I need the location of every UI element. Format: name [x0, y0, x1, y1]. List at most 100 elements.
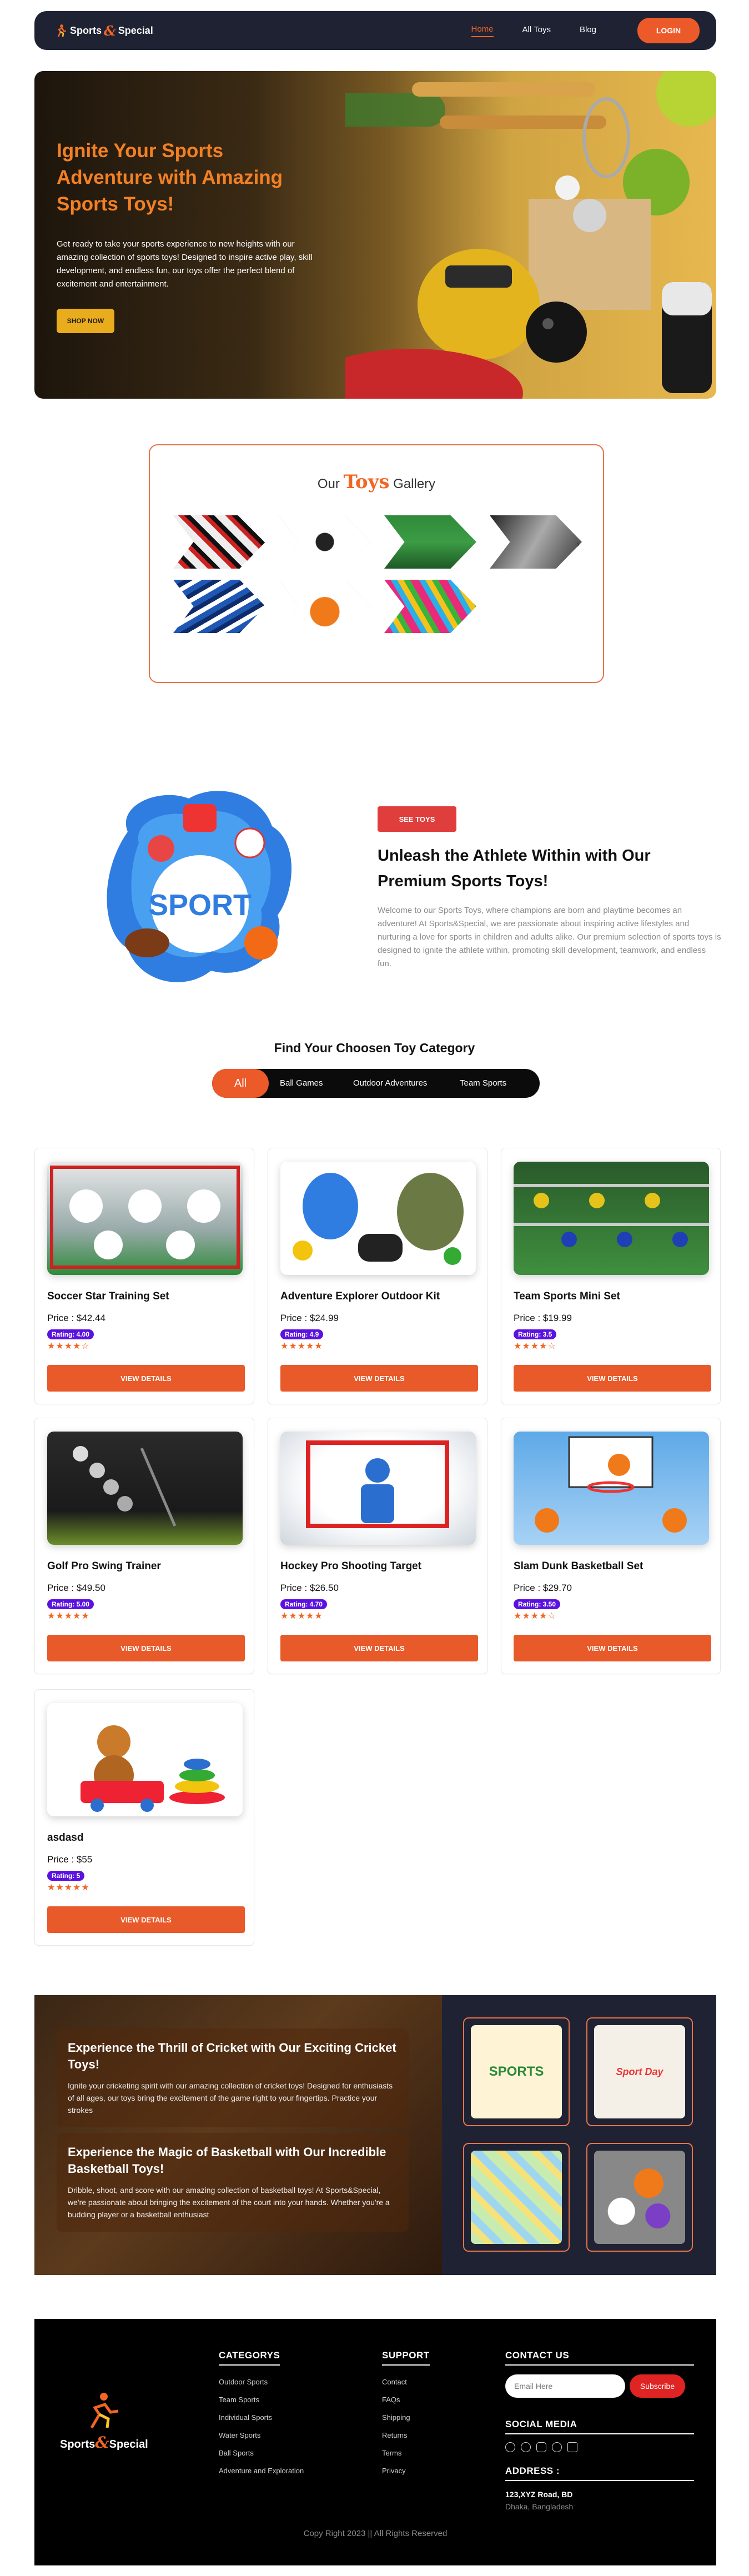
footer-social-heading: SOCIAL MEDIA — [505, 2419, 694, 2434]
promo-tile[interactable] — [586, 2143, 693, 2252]
star-rating-icon: ★★★★★ — [47, 1883, 90, 1892]
linkedin-icon[interactable] — [567, 2442, 577, 2452]
instagram-icon[interactable] — [536, 2442, 546, 2452]
cricket-promo-text: Ignite your cricketing spirit with our a… — [68, 2081, 393, 2115]
gallery-image[interactable] — [384, 515, 476, 569]
product-price: Price : $26.50 — [280, 1583, 339, 1593]
product-price: Price : $55 — [47, 1854, 93, 1865]
footer-link[interactable]: Adventure and Exploration — [219, 2462, 304, 2480]
shop-now-button[interactable]: SHOP NOW — [57, 309, 114, 333]
product-card: Golf Pro Swing Trainer Price : $49.50 Ra… — [34, 1418, 254, 1674]
basketball-promo-text: Dribble, shoot, and score with our amazi… — [68, 2186, 390, 2219]
footer-logo[interactable]: Sports&Special — [60, 2391, 148, 2452]
login-button[interactable]: LOGIN — [637, 18, 700, 43]
product-image[interactable] — [47, 1432, 243, 1545]
footer-link[interactable]: Outdoor Sports — [219, 2373, 304, 2391]
footer-link[interactable]: Terms — [382, 2444, 430, 2462]
gallery-image[interactable] — [279, 580, 371, 633]
view-details-button[interactable]: VIEW DETAILS — [47, 1635, 245, 1661]
rating-badge: Rating: 4.9 — [280, 1329, 324, 1339]
gallery-next-icon[interactable]: › — [576, 539, 580, 550]
product-image[interactable] — [47, 1703, 243, 1816]
tab-team-sports[interactable]: Team Sports — [460, 1069, 506, 1098]
social-icons — [505, 2442, 577, 2452]
copyright: Copy Right 2023 || All Rights Reserved — [303, 2529, 448, 2538]
view-details-button[interactable]: VIEW DETAILS — [514, 1635, 711, 1661]
star-rating-icon: ★★★★☆ — [514, 1342, 556, 1351]
product-card: asdasd Price : $55 Rating: 5 ★★★★★ VIEW … — [34, 1689, 254, 1946]
product-card: Slam Dunk Basketball Set Price : $29.70 … — [501, 1418, 721, 1674]
promo-section: Experience the Thrill of Cricket with Ou… — [34, 1995, 716, 2275]
google-icon[interactable] — [505, 2442, 515, 2452]
footer-link[interactable]: Water Sports — [219, 2427, 304, 2444]
top-navbar: Sports & Special Home All Toys Blog LOGIN — [34, 11, 716, 50]
gallery-image[interactable] — [490, 515, 582, 569]
brand-logo[interactable]: Sports & Special — [53, 23, 153, 39]
footer-contact: CONTACT US — [505, 2350, 694, 2366]
brand-name-right: Special — [118, 24, 153, 36]
footer-link[interactable]: Individual Sports — [219, 2409, 304, 2427]
product-price: Price : $42.44 — [47, 1313, 105, 1323]
footer-link[interactable]: Contact — [382, 2373, 430, 2391]
runner-icon — [57, 24, 66, 37]
footer-link[interactable]: Returns — [382, 2427, 430, 2444]
email-input[interactable] — [505, 2374, 625, 2398]
product-price: Price : $24.99 — [280, 1313, 339, 1323]
rating-badge: Rating: 4.70 — [280, 1599, 328, 1609]
view-details-button[interactable]: VIEW DETAILS — [514, 1365, 711, 1392]
product-image[interactable] — [47, 1162, 243, 1275]
footer-link[interactable]: Ball Sports — [219, 2444, 304, 2462]
promo-tile[interactable]: SPORTS — [463, 2017, 570, 2126]
product-name: Adventure Explorer Outdoor Kit — [280, 1290, 440, 1302]
gallery-image[interactable] — [173, 580, 265, 633]
footer-link[interactable]: Team Sports — [219, 2391, 304, 2409]
product-image[interactable] — [514, 1162, 709, 1275]
gallery-image[interactable] — [173, 515, 265, 569]
product-image[interactable] — [514, 1432, 709, 1545]
footer-link[interactable]: Privacy — [382, 2462, 430, 2480]
about-title: Unleash the Athlete Within with Our Prem… — [378, 847, 651, 890]
product-image[interactable] — [280, 1432, 476, 1545]
twitter-icon[interactable] — [552, 2442, 562, 2452]
footer-link[interactable]: FAQs — [382, 2391, 430, 2409]
footer-support: SUPPORT Contact FAQs Shipping Returns Te… — [382, 2350, 430, 2480]
cricket-promo-title: Experience the Thrill of Cricket with Ou… — [68, 2041, 396, 2071]
tab-all[interactable]: All — [212, 1069, 269, 1098]
rating-badge: Rating: 4.00 — [47, 1329, 94, 1339]
view-details-button[interactable]: VIEW DETAILS — [47, 1365, 245, 1392]
product-card: Adventure Explorer Outdoor Kit Price : $… — [268, 1148, 487, 1404]
gallery-image[interactable] — [384, 580, 476, 633]
promo-tile[interactable]: Sport Day — [586, 2017, 693, 2126]
gallery-image[interactable] — [279, 515, 371, 569]
tab-outdoor-adventures[interactable]: Outdoor Adventures — [353, 1069, 427, 1098]
site-footer: Sports&Special CATEGORYS Outdoor Sports … — [34, 2319, 716, 2565]
nav-blog[interactable]: Blog — [580, 25, 596, 37]
footer-social: SOCIAL MEDIA — [505, 2419, 694, 2434]
nav-home[interactable]: Home — [471, 24, 494, 37]
hero-description: Get ready to take your sports experience… — [57, 239, 313, 289]
nav-links: Home All Toys Blog LOGIN — [471, 18, 700, 43]
view-details-button[interactable]: VIEW DETAILS — [280, 1365, 478, 1392]
view-details-button[interactable]: VIEW DETAILS — [47, 1906, 245, 1933]
product-card: Soccer Star Training Set Price : $42.44 … — [34, 1148, 254, 1404]
rating-badge: Rating: 5 — [47, 1871, 85, 1881]
promo-tile-image: Sport Day — [594, 2025, 685, 2118]
footer-link[interactable]: Shipping — [382, 2409, 430, 2427]
nav-all-toys[interactable]: All Toys — [522, 25, 551, 37]
product-name: asdasd — [47, 1832, 84, 1844]
promo-tile[interactable] — [463, 2143, 570, 2252]
cricket-promo: Experience the Thrill of Cricket with Ou… — [57, 2028, 409, 2127]
tab-ball-games[interactable]: Ball Games — [280, 1069, 323, 1098]
runner-icon — [90, 2393, 119, 2429]
product-name: Soccer Star Training Set — [47, 1290, 169, 1302]
product-name: Hockey Pro Shooting Target — [280, 1560, 422, 1572]
sport-image-text: SPORT — [148, 888, 252, 922]
product-price: Price : $29.70 — [514, 1583, 572, 1593]
view-details-button[interactable]: VIEW DETAILS — [280, 1635, 478, 1661]
subscribe-button[interactable]: Subscribe — [630, 2374, 685, 2398]
basketball-promo: Experience the Magic of Basketball with … — [57, 2133, 409, 2232]
facebook-icon[interactable] — [521, 2442, 531, 2452]
product-image[interactable] — [280, 1162, 476, 1275]
address-line-2: Dhaka, Bangladesh — [505, 2502, 574, 2511]
see-toys-button[interactable]: SEE TOYS — [378, 806, 456, 832]
